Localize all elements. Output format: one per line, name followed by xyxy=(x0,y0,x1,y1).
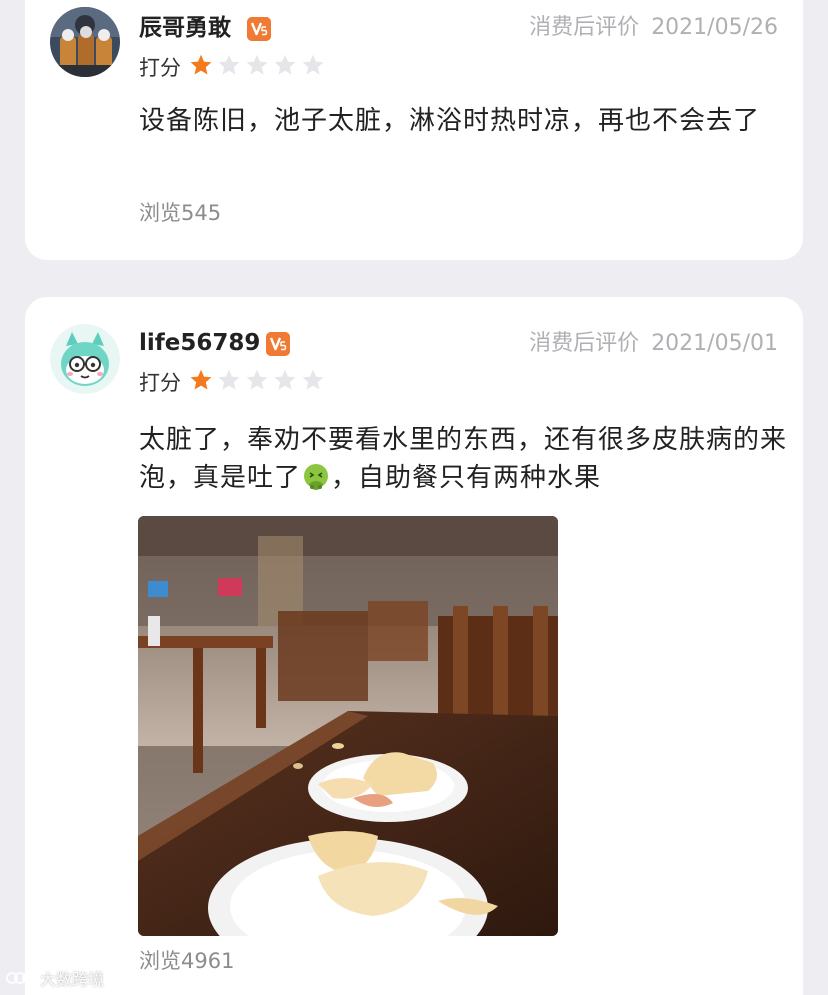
robot-figures-avatar-icon xyxy=(50,7,120,77)
user-avatar[interactable] xyxy=(50,7,120,77)
review-text: 太脏了，奉劝不要看水里的东西，还有很多皮肤病的来泡，真是吐了 ，自助餐只有两种水果 xyxy=(139,421,789,497)
restaurant-table-apple-slices-photo xyxy=(138,516,558,936)
username[interactable]: 辰哥勇敢 xyxy=(139,14,231,42)
vip-level-badge xyxy=(247,17,271,41)
review-text: 设备陈旧，池子太脏，淋浴时热时凉，再也不会去了 xyxy=(139,106,761,136)
star-empty-icon xyxy=(218,369,240,390)
review-type-label: 消费后评价 xyxy=(529,15,640,40)
view-count: 浏览545 xyxy=(139,201,222,225)
watermark: 大数跨境 xyxy=(6,966,104,990)
view-count: 浏览4961 xyxy=(139,949,235,973)
vip-badge-icon xyxy=(247,17,271,41)
star-filled-icon xyxy=(190,369,212,390)
review-card[interactable]: 辰哥勇敢 消费后评价 2021/05/26 打分 设备陈旧，池子太脏，淋浴时热时凉… xyxy=(25,0,803,260)
rating-row: 打分 xyxy=(139,53,329,81)
review-photo[interactable] xyxy=(138,516,558,936)
star-empty-icon xyxy=(246,54,268,75)
review-meta: 消费后评价 2021/05/01 xyxy=(529,330,778,358)
rating-row: 打分 xyxy=(139,368,329,396)
watermark-text: 大数跨境 xyxy=(40,970,105,989)
username[interactable]: life56789 xyxy=(139,329,260,357)
review-date: 2021/05/01 xyxy=(651,331,778,356)
star-empty-icon xyxy=(302,369,324,390)
watermark-logo-icon xyxy=(6,972,34,984)
review-type-label: 消费后评价 xyxy=(529,331,640,356)
review-feed: 辰哥勇敢 消费后评价 2021/05/26 打分 设备陈旧，池子太脏，淋浴时热时凉… xyxy=(0,0,828,995)
review-card[interactable]: life56789 消费后评价 2021/05/01 打分 太脏了，奉劝不要看水里… xyxy=(25,297,803,995)
star-empty-icon xyxy=(246,369,268,390)
review-text-part: ，自助餐只有两种水果 xyxy=(331,463,602,493)
star-empty-icon xyxy=(274,54,296,75)
rating-label: 打分 xyxy=(139,371,181,395)
cartoon-glasses-avatar-icon xyxy=(50,324,120,394)
nauseated-face-emoji-icon xyxy=(304,464,329,490)
star-rating xyxy=(189,53,329,81)
user-avatar[interactable] xyxy=(50,324,120,394)
vip-badge-icon xyxy=(266,332,290,356)
star-filled-icon xyxy=(190,54,212,75)
vip-level-badge xyxy=(266,332,290,356)
review-date: 2021/05/26 xyxy=(651,15,778,40)
star-empty-icon xyxy=(218,54,240,75)
review-meta: 消费后评价 2021/05/26 xyxy=(529,14,778,42)
star-empty-icon xyxy=(274,369,296,390)
star-empty-icon xyxy=(302,54,324,75)
rating-label: 打分 xyxy=(139,56,181,80)
star-rating xyxy=(189,368,329,396)
